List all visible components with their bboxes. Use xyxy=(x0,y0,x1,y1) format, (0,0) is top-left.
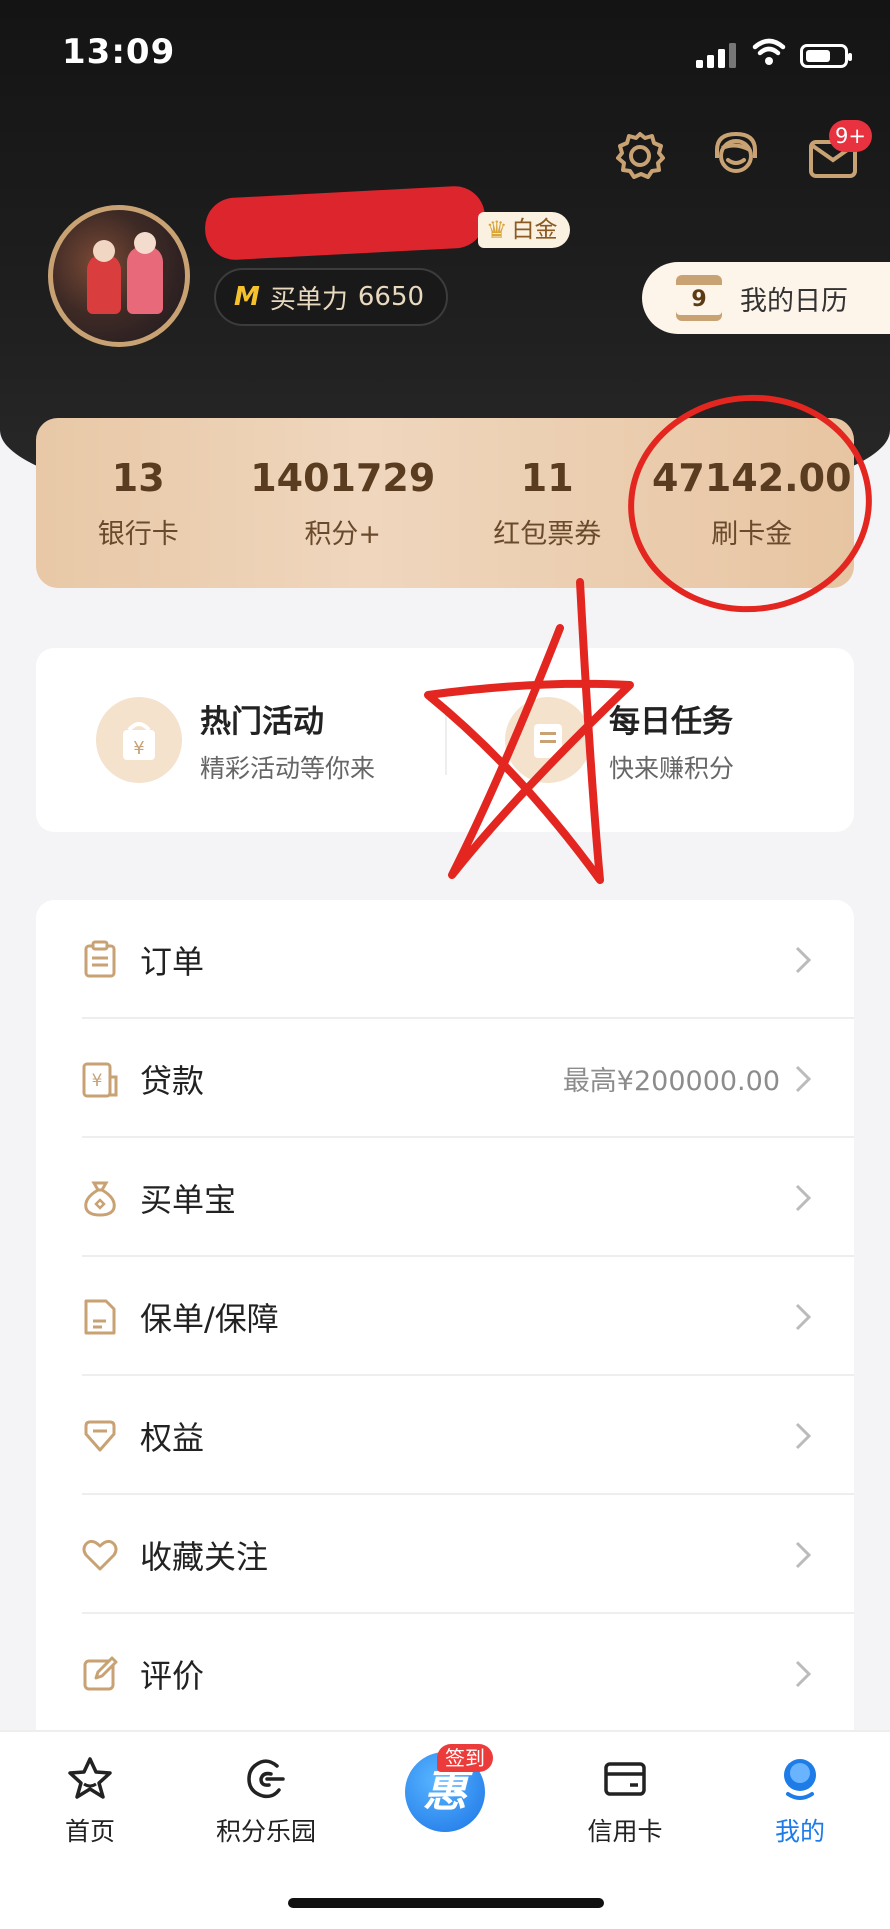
menu-item-label: 贷款 xyxy=(140,1061,205,1100)
menu-item-label: 收藏关注 xyxy=(140,1537,269,1576)
menu-item-label: 买单宝 xyxy=(140,1180,237,1219)
status-time: 13:09 xyxy=(62,32,176,72)
gift-bag-icon: ¥ xyxy=(96,697,182,783)
menu-item-orders[interactable]: 订单 xyxy=(36,900,854,1019)
promo-title: 热门活动 xyxy=(200,703,324,740)
customer-service-icon[interactable] xyxy=(708,128,764,184)
menu-item-label: 保单/保障 xyxy=(140,1299,279,1338)
menu-item-label: 订单 xyxy=(140,942,205,981)
wifi-icon xyxy=(752,38,786,65)
menu-item-label: 评价 xyxy=(140,1656,205,1695)
tab-label: 信用卡 xyxy=(587,1817,663,1846)
signal-icon xyxy=(696,43,736,68)
red-star-annotation xyxy=(424,578,634,884)
avatar[interactable] xyxy=(48,205,190,347)
stat-label: 银行卡 xyxy=(97,518,179,550)
tab-label: 我的 xyxy=(774,1817,825,1846)
chevron-right-icon xyxy=(795,1422,812,1449)
tab-label: 首页 xyxy=(64,1817,115,1846)
menu-item-loan[interactable]: ¥ 贷款 最高¥200000.00 xyxy=(36,1019,854,1138)
message-badge: 9+ xyxy=(829,120,872,152)
svg-text:¥: ¥ xyxy=(92,1071,103,1091)
chevron-right-icon xyxy=(795,1303,812,1330)
gear-icon[interactable] xyxy=(612,128,668,184)
menu-item-maidanbao[interactable]: 买单宝 xyxy=(36,1138,854,1257)
calendar-day: 9 xyxy=(676,285,722,315)
heart-icon xyxy=(82,1539,118,1570)
home-indicator xyxy=(288,1898,604,1908)
member-level-badge[interactable]: ♛ 白金 xyxy=(478,212,570,248)
chevron-right-icon xyxy=(795,1541,812,1568)
menu-item-extra: 最高¥200000.00 xyxy=(562,1066,780,1097)
stat-value: 1401729 xyxy=(250,455,436,500)
tab-credit-card[interactable]: 信用卡 xyxy=(555,1754,695,1848)
stat-value: 11 xyxy=(520,455,574,500)
profile-icon xyxy=(784,1759,816,1800)
points-icon xyxy=(247,1759,285,1799)
battery-icon xyxy=(800,44,852,68)
menu-item-reviews[interactable]: 评价 xyxy=(36,1614,854,1733)
chevron-right-icon xyxy=(795,946,812,973)
menu-item-benefits[interactable]: 权益 xyxy=(36,1376,854,1495)
diamond-icon xyxy=(84,1420,116,1451)
tab-points-park[interactable]: 积分乐园 xyxy=(196,1754,336,1848)
money-bag-icon xyxy=(84,1181,116,1217)
menu-item-favorites[interactable]: 收藏关注 xyxy=(36,1495,854,1614)
calendar-icon: 9 xyxy=(676,275,722,321)
buy-power-label: 买单力 xyxy=(269,284,348,315)
my-calendar-button[interactable]: 9 我的日历 xyxy=(642,262,890,334)
chevron-right-icon xyxy=(795,1660,812,1687)
menu-item-policy[interactable]: 保单/保障 xyxy=(36,1257,854,1376)
member-level-label: 白金 xyxy=(511,217,558,243)
star-icon xyxy=(68,1757,112,1799)
calendar-label: 我的日历 xyxy=(740,285,848,317)
chevron-right-icon xyxy=(795,1065,812,1092)
svg-text:¥: ¥ xyxy=(133,738,144,759)
menu-item-label: 权益 xyxy=(140,1418,205,1457)
chevron-right-icon xyxy=(795,1184,812,1211)
crown-icon: ♛ xyxy=(486,216,508,244)
buy-power-value: 6650 xyxy=(357,282,425,312)
edit-icon xyxy=(83,1656,118,1690)
checkin-tag: 签到 xyxy=(437,1744,493,1772)
stat-label: 红包票券 xyxy=(493,518,602,550)
stat-value: 13 xyxy=(111,455,165,500)
promo-subtitle: 精彩活动等你来 xyxy=(200,753,376,783)
tab-label: 积分乐园 xyxy=(215,1817,316,1846)
promo-hot-activities[interactable]: ¥ 热门活动 精彩活动等你来 xyxy=(36,648,445,832)
buy-power-button[interactable]: M 买单力 6650 xyxy=(214,268,449,326)
stat-coupons[interactable]: 11 红包票券 xyxy=(445,418,650,588)
menu-list: 订单 ¥ 贷款 最高¥200000.00 买单宝 保单/保障 权益 收藏关注 评… xyxy=(36,900,854,1730)
m-logo-icon: M xyxy=(234,282,260,312)
tab-home[interactable]: 首页 xyxy=(20,1754,160,1848)
order-icon xyxy=(84,940,116,977)
card-icon xyxy=(604,1762,646,1796)
stat-bank-cards[interactable]: 13 银行卡 xyxy=(36,418,241,588)
policy-icon xyxy=(84,1299,116,1334)
stat-label: 积分+ xyxy=(304,518,382,550)
stat-points[interactable]: 1401729 积分+ xyxy=(241,418,446,588)
loan-icon: ¥ xyxy=(82,1062,118,1097)
tab-mine[interactable]: 我的 xyxy=(730,1754,870,1848)
